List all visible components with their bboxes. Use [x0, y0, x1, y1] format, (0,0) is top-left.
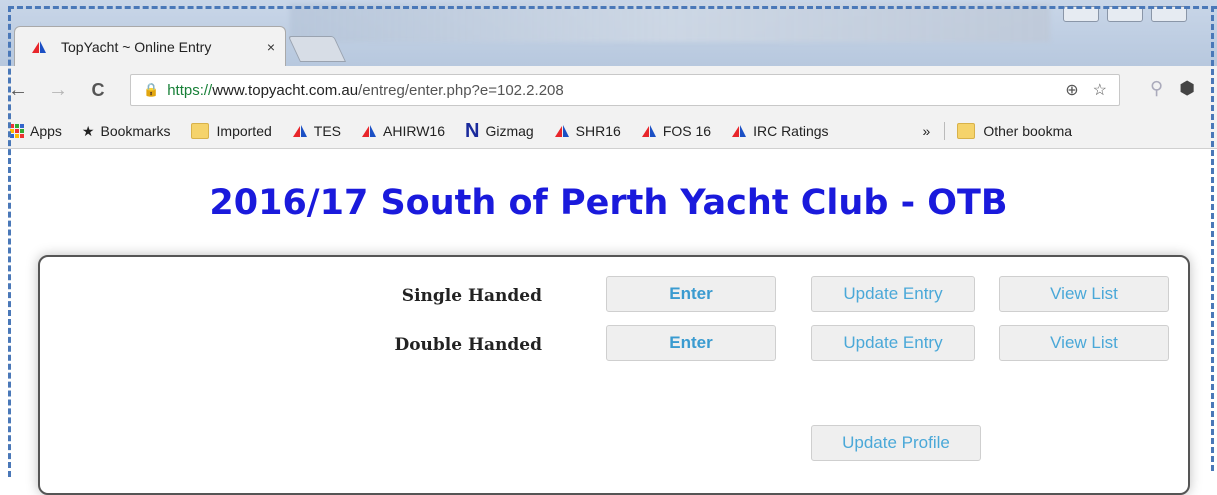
bookmark-label: Imported	[216, 123, 272, 139]
extension-search-icon[interactable]: ⚲	[1150, 78, 1163, 99]
bookmark-other[interactable]: Other bookma	[957, 123, 1072, 139]
bookmark-label: Other bookma	[983, 123, 1073, 139]
sail-icon	[362, 125, 376, 137]
reload-icon[interactable]: C	[84, 80, 112, 101]
blurred-background-window	[290, 4, 1050, 42]
view-list-double-button[interactable]: View List	[999, 325, 1169, 361]
bookmark-label: Bookmarks	[100, 123, 171, 139]
bookmark-ahirw16[interactable]: AHIRW16	[361, 123, 445, 139]
sail-icon	[32, 40, 46, 53]
url-text: https://www.topyacht.com.au/entreg/enter…	[167, 82, 564, 99]
bookmarks-bar: Apps ★ Bookmarks Imported TES AHIRW16 N …	[0, 114, 1217, 149]
browser-titlebar: TopYacht ~ Online Entry ×	[0, 0, 1217, 66]
page-title: 2016/17 South of Perth Yacht Club - OTB	[209, 183, 1008, 223]
lock-icon: 🔒	[143, 82, 160, 97]
n-logo-icon: N	[464, 119, 480, 142]
enter-single-button[interactable]: Enter	[606, 276, 776, 312]
url-path: /entreg/enter.php?e=102.2.208	[358, 81, 564, 99]
bookmark-bookmarks[interactable]: ★ Bookmarks	[82, 123, 171, 140]
sail-icon	[292, 125, 307, 137]
bookmark-label: SHR16	[575, 123, 621, 139]
bookmark-star-icon[interactable]: ☆	[1093, 80, 1107, 100]
bookmark-fos16[interactable]: FOS 16	[641, 123, 711, 139]
bookmark-tes[interactable]: TES	[292, 123, 341, 139]
star-icon: ★	[81, 122, 95, 139]
enter-double-button[interactable]: Enter	[606, 325, 776, 361]
url-host: www.topyacht.com.au	[212, 81, 359, 99]
sail-icon	[554, 125, 569, 137]
bookmark-label: IRC Ratings	[753, 123, 829, 139]
update-profile-button[interactable]: Update Profile	[811, 425, 981, 461]
maximize-button[interactable]	[1107, 6, 1143, 22]
row-label-double-handed: Double Handed	[394, 335, 542, 355]
entry-panel: Single Handed Enter Update Entry View Li…	[38, 255, 1190, 495]
bookmarks-divider	[944, 122, 946, 140]
folder-icon	[190, 123, 209, 139]
url-scheme: https://	[167, 81, 213, 99]
minimize-button[interactable]	[1063, 6, 1099, 22]
row-label-single-handed: Single Handed	[401, 286, 542, 306]
bookmark-label: AHIRW16	[383, 123, 445, 139]
close-window-button[interactable]	[1151, 6, 1187, 22]
bookmark-imported[interactable]: Imported	[190, 123, 272, 139]
folder-icon	[957, 123, 976, 139]
bookmark-apps[interactable]: Apps	[10, 123, 62, 139]
update-entry-single-button[interactable]: Update Entry	[811, 276, 975, 312]
bookmark-label: Apps	[30, 123, 62, 139]
browser-tab[interactable]: TopYacht ~ Online Entry ×	[14, 26, 286, 66]
tab-title: TopYacht ~ Online Entry	[61, 38, 212, 55]
overflow-icon: »	[922, 123, 931, 139]
bookmark-label: Gizmag	[485, 123, 534, 139]
apps-grid-icon	[10, 124, 24, 138]
bookmark-label: FOS 16	[662, 123, 712, 139]
extension-shield-icon[interactable]: ⬢	[1179, 78, 1195, 99]
bookmark-gizmag[interactable]: N Gizmag	[465, 120, 534, 143]
bookmark-irc-ratings[interactable]: IRC Ratings	[731, 123, 829, 139]
sail-icon	[732, 125, 747, 137]
bookmarks-overflow-button[interactable]: »	[923, 123, 931, 139]
update-entry-double-button[interactable]: Update Entry	[811, 325, 975, 361]
view-list-single-button[interactable]: View List	[999, 276, 1169, 312]
zoom-icon[interactable]: ⊕	[1065, 80, 1078, 100]
address-bar[interactable]: 🔒 https://www.topyacht.com.au/entreg/ent…	[130, 74, 1120, 106]
back-icon[interactable]: ←	[4, 79, 32, 102]
browser-toolbar: ← → C 🔒 https://www.topyacht.com.au/entr…	[0, 66, 1217, 114]
sail-icon	[641, 125, 656, 137]
bookmark-shr16[interactable]: SHR16	[554, 123, 621, 139]
bookmark-label: TES	[313, 123, 341, 139]
window-controls	[1063, 6, 1187, 22]
forward-icon[interactable]: →	[44, 79, 72, 102]
tab-close-icon[interactable]: ×	[267, 39, 275, 55]
